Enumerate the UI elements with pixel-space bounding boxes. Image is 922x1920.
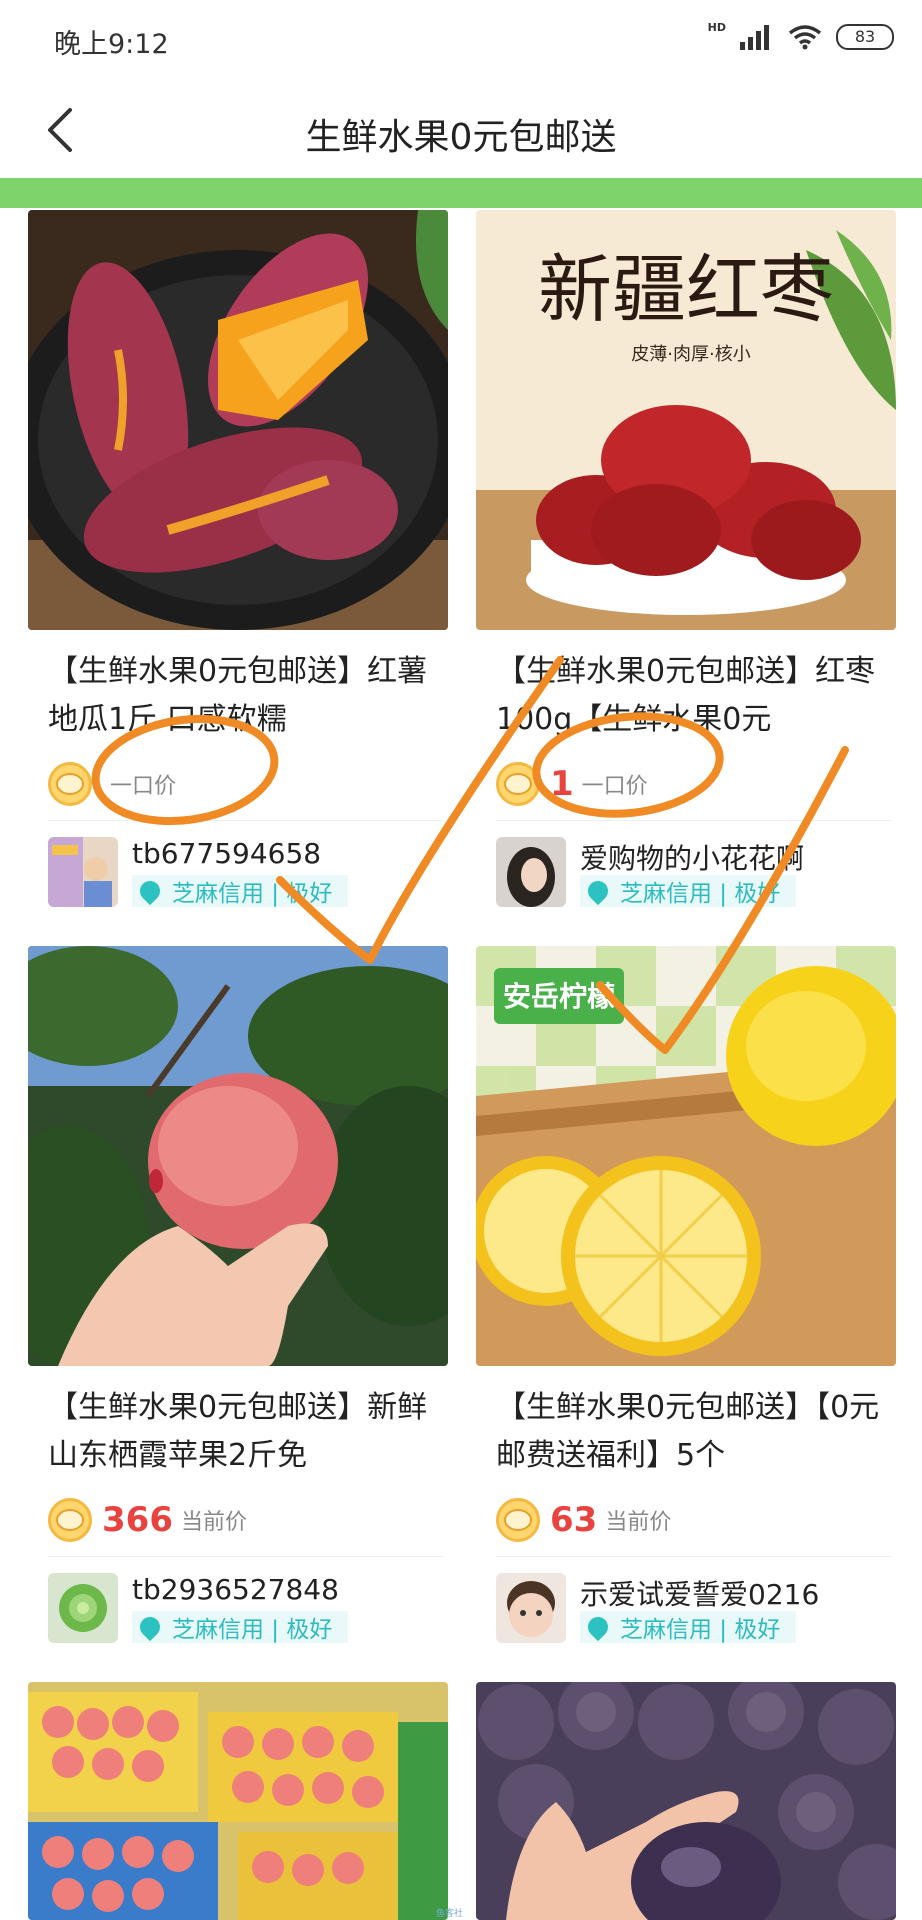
product-image-red-dates[interactable]: 新疆红枣 皮薄·肉厚·核小 xyxy=(476,210,896,630)
product-image-lemon[interactable]: 安岳柠檬 xyxy=(476,946,896,1366)
signal-icon xyxy=(740,25,769,50)
sesame-credit-icon xyxy=(135,876,165,906)
product-title[interactable]: 【生鲜水果0元包邮送】红薯地瓜1斤 口感软糯 xyxy=(48,648,443,744)
credit-badge: 芝麻信用 | 极好 xyxy=(132,1611,349,1643)
credit-badge: 芝麻信用 | 极好 xyxy=(132,875,349,907)
credit-badge: 芝麻信用 | 极好 xyxy=(580,875,797,907)
sesame-credit-icon xyxy=(583,1612,613,1642)
credit-text: 芝麻信用 | 极好 xyxy=(172,881,333,907)
credit-text: 芝麻信用 | 极好 xyxy=(620,1617,781,1643)
sesame-credit-icon xyxy=(135,1612,165,1642)
price-label: 当前价 xyxy=(605,1510,672,1535)
seller-avatar[interactable] xyxy=(48,837,118,907)
seller-row[interactable]: tb2936527848 芝麻信用 | 极好 xyxy=(48,1573,448,1645)
product-image-sweet-potato[interactable] xyxy=(28,210,448,630)
price-label: 一口价 xyxy=(581,774,648,799)
status-bar: 晚上9:12 HD 83 xyxy=(0,0,922,82)
image-main-text: 新疆红枣 xyxy=(538,247,834,333)
price-value: 1 xyxy=(550,764,574,804)
status-time: 晚上9:12 xyxy=(54,29,169,60)
product-title[interactable]: 【生鲜水果0元包邮送】新鲜山东栖霞苹果2斤免 xyxy=(48,1384,443,1480)
seller-avatar[interactable] xyxy=(48,1573,118,1643)
credit-badge: 芝麻信用 | 极好 xyxy=(580,1611,797,1643)
seller-row[interactable]: 爱购物的小花花啊 芝麻信用 | 极好 xyxy=(496,837,896,909)
price-row: 366 当前价 xyxy=(48,1496,247,1544)
product-image-plums[interactable] xyxy=(476,1682,896,1920)
price-value: 63 xyxy=(550,1500,598,1540)
seller-name[interactable]: 爱购物的小花花啊 xyxy=(580,837,804,877)
coin-icon xyxy=(496,1498,540,1542)
nav-bar: 生鲜水果0元包邮送 xyxy=(0,82,922,178)
seller-row[interactable]: tb677594658 芝麻信用 | 极好 xyxy=(48,837,448,909)
credit-text: 芝麻信用 | 极好 xyxy=(172,1617,333,1643)
product-image-peaches[interactable] xyxy=(28,1682,448,1920)
seller-avatar[interactable] xyxy=(496,837,566,907)
price-label: 一口价 xyxy=(110,774,177,799)
seller-name[interactable]: 示爱试爱誓爱0216 xyxy=(580,1573,819,1613)
watermark: 鱼客社 xyxy=(436,1909,464,1919)
price-row: 1 一口价 xyxy=(496,760,648,808)
divider xyxy=(496,1556,891,1557)
divider xyxy=(48,1556,443,1557)
product-image-apple[interactable] xyxy=(28,946,448,1366)
status-icons: HD 83 xyxy=(707,20,894,50)
sesame-credit-icon xyxy=(583,876,613,906)
hd-indicator: HD xyxy=(707,20,726,34)
seller-name[interactable]: tb2936527848 xyxy=(132,1573,339,1606)
credit-text: 芝麻信用 | 极好 xyxy=(620,881,781,907)
seller-avatar[interactable] xyxy=(496,1573,566,1643)
coin-icon xyxy=(48,762,92,806)
price-row: 63 当前价 xyxy=(496,1496,671,1544)
seller-name[interactable]: tb677594658 xyxy=(132,837,321,870)
seller-row[interactable]: 示爱试爱誓爱0216 芝麻信用 | 极好 xyxy=(496,1573,896,1645)
price-row: 一口价 xyxy=(48,760,176,808)
image-badge-text: 安岳柠檬 xyxy=(503,980,615,1013)
page-title: 生鲜水果0元包邮送 xyxy=(305,117,617,158)
price-value: 366 xyxy=(102,1500,173,1540)
coin-icon xyxy=(496,762,540,806)
coin-icon xyxy=(48,1498,92,1542)
divider xyxy=(48,820,443,821)
product-title[interactable]: 【生鲜水果0元包邮送】红枣100g【生鲜水果0元 xyxy=(496,648,891,744)
product-title[interactable]: 【生鲜水果0元包邮送】【0元邮费送福利】5个 xyxy=(496,1384,891,1480)
image-sub-text: 皮薄·肉厚·核小 xyxy=(631,344,750,365)
category-banner-strip xyxy=(0,178,922,208)
battery-indicator: 83 xyxy=(836,24,894,50)
divider xyxy=(496,820,891,821)
wifi-icon xyxy=(788,25,822,50)
price-label: 当前价 xyxy=(180,1510,247,1535)
